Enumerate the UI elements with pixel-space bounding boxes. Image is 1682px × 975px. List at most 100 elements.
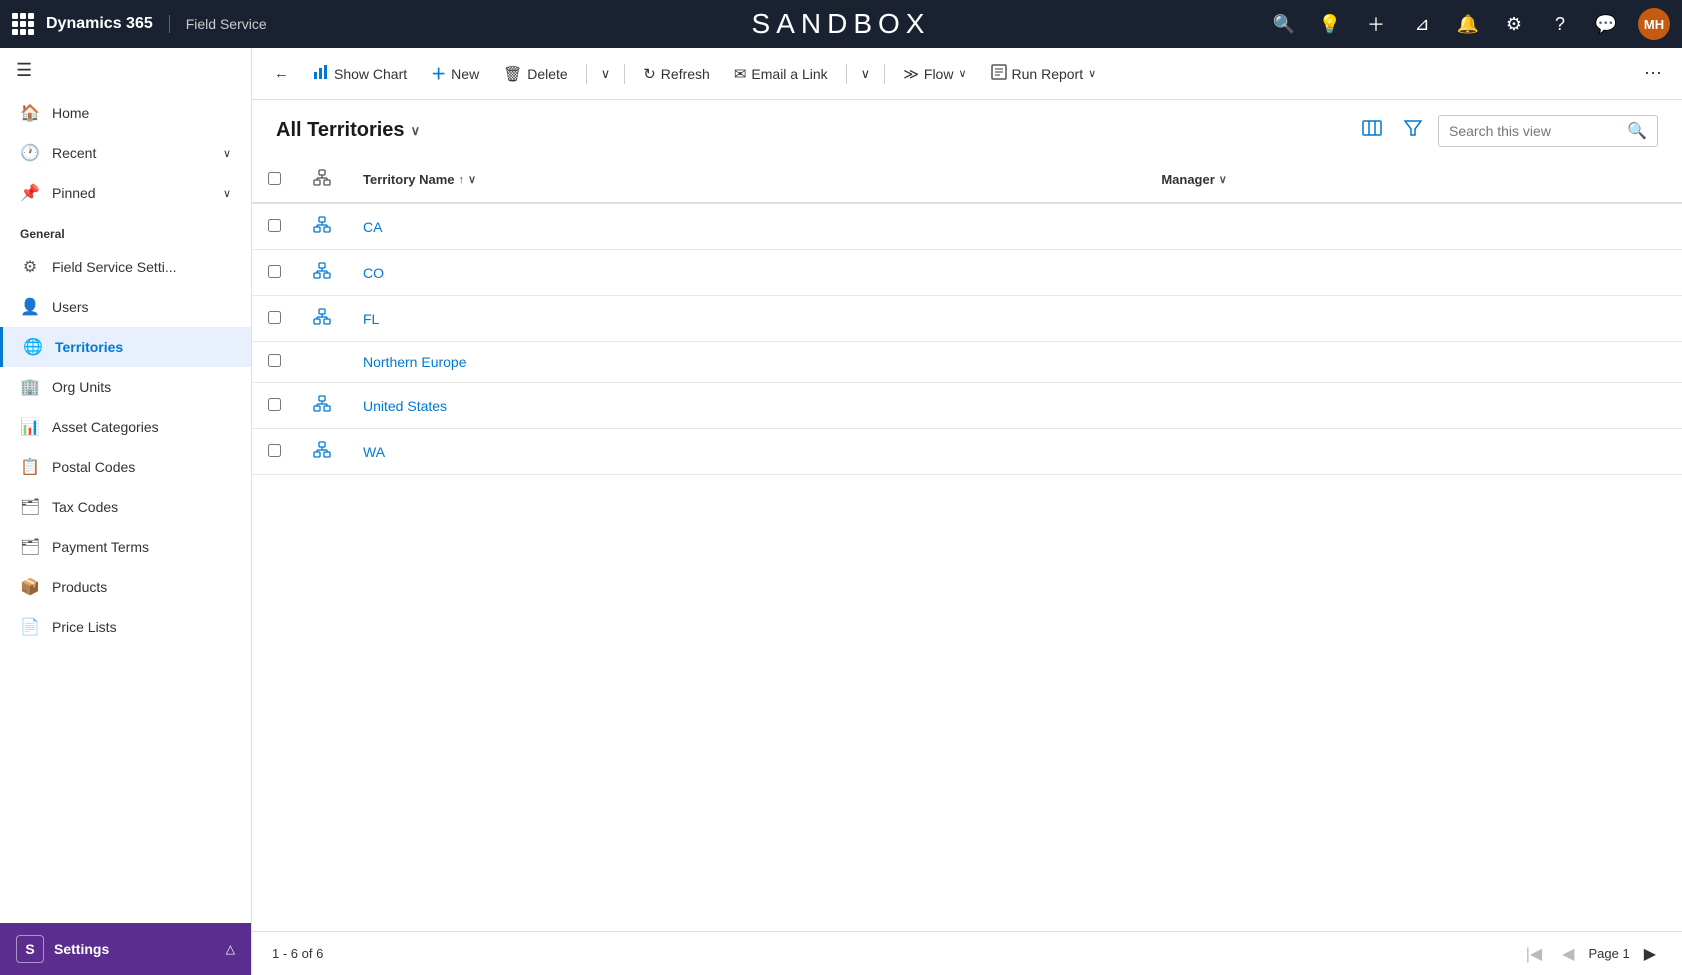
sidebar-item-label-postal-codes: Postal Codes — [52, 459, 135, 475]
sidebar-item-products[interactable]: 📦 Products — [0, 567, 251, 607]
help-icon-btn[interactable]: ? — [1546, 10, 1574, 38]
table-row: WA — [252, 429, 1682, 475]
chat-icon-btn[interactable]: 💬 — [1592, 10, 1620, 38]
checkbox-ne[interactable] — [268, 354, 281, 367]
manager-header[interactable]: Manager ∨ — [1145, 157, 1682, 203]
run-report-button[interactable]: Run Report ∨ — [981, 58, 1107, 90]
flow-button[interactable]: ≫ Flow ∨ — [893, 59, 976, 89]
search-input[interactable] — [1449, 123, 1621, 139]
filter-view-button[interactable] — [1398, 115, 1428, 146]
sidebar-item-payment-terms[interactable]: 🗂 Payment Terms — [0, 527, 251, 567]
sidebar-item-label-products: Products — [52, 579, 107, 595]
back-button[interactable]: ← — [264, 59, 299, 88]
delete-dropdown-button[interactable]: ∨ — [595, 60, 617, 88]
tax-codes-icon: 🗂 — [20, 497, 40, 517]
row-checkbox-fl[interactable] — [252, 296, 297, 342]
territory-link-fl[interactable]: FL — [363, 311, 379, 327]
view-columns-button[interactable] — [1356, 114, 1388, 147]
row-checkbox-ca[interactable] — [252, 203, 297, 250]
sidebar-item-label-org-units: Org Units — [52, 379, 111, 395]
lightbulb-icon-btn[interactable]: 💡 — [1316, 10, 1344, 38]
table-row: CO — [252, 250, 1682, 296]
new-button[interactable]: ＋ New — [421, 57, 489, 90]
filter-icon-btn[interactable]: ⊿ — [1408, 10, 1436, 38]
run-report-label: Run Report — [1012, 66, 1084, 82]
settings-icon-btn[interactable]: ⚙ — [1500, 10, 1528, 38]
sidebar-item-recent[interactable]: 🕐 Recent ∨ — [0, 133, 251, 173]
record-range: 1 - 6 of 6 — [272, 946, 323, 961]
view-title-text: All Territories — [276, 119, 405, 142]
view-header: All Territories ∨ — [252, 100, 1682, 157]
territory-link-wa[interactable]: WA — [363, 444, 385, 460]
checkbox-us[interactable] — [268, 398, 281, 411]
more-options-button[interactable]: ⋯ — [1636, 59, 1670, 88]
checkbox-fl[interactable] — [268, 311, 281, 324]
delete-icon: 🗑 — [503, 65, 522, 83]
checkbox-wa[interactable] — [268, 444, 281, 457]
select-all-checkbox-header[interactable] — [252, 157, 297, 203]
first-page-button[interactable]: |◀ — [1520, 941, 1548, 967]
sidebar-item-label-home: Home — [52, 105, 89, 121]
row-manager-wa — [1145, 429, 1682, 475]
manager-chevron-icon[interactable]: ∨ — [1219, 173, 1227, 186]
email-dropdown-button[interactable]: ∨ — [855, 60, 877, 88]
sidebar-item-home[interactable]: 🏠 Home — [0, 93, 251, 133]
sidebar-item-territories[interactable]: 🌐 Territories — [0, 327, 251, 367]
content-area: ← Show Chart ＋ New 🗑 Delete — [252, 48, 1682, 975]
delete-button[interactable]: 🗑 Delete — [493, 59, 578, 89]
app-name[interactable]: Field Service — [186, 16, 267, 32]
products-icon: 📦 — [20, 577, 40, 597]
row-checkbox-wa[interactable] — [252, 429, 297, 475]
sidebar-item-price-lists[interactable]: 📄 Price Lists — [0, 607, 251, 647]
row-checkbox-ne[interactable] — [252, 342, 297, 383]
refresh-button[interactable]: ↻ Refresh — [633, 59, 720, 89]
row-checkbox-co[interactable] — [252, 250, 297, 296]
show-chart-button[interactable]: Show Chart — [303, 58, 417, 90]
row-checkbox-us[interactable] — [252, 383, 297, 429]
waffle-menu[interactable] — [12, 13, 34, 35]
user-avatar[interactable]: MH — [1638, 8, 1670, 40]
email-link-button[interactable]: ✉ Email a Link — [724, 59, 838, 89]
row-name-wa: WA — [347, 429, 1145, 475]
search-icon-btn[interactable]: 🔍 — [1270, 10, 1298, 38]
row-manager-fl — [1145, 296, 1682, 342]
nav-left: Dynamics 365 Field Service — [12, 13, 267, 35]
sort-chevron-icon[interactable]: ∨ — [468, 173, 476, 186]
sidebar-item-pinned[interactable]: 📌 Pinned ∨ — [0, 173, 251, 213]
territory-link-us[interactable]: United States — [363, 398, 447, 414]
run-report-icon — [991, 64, 1007, 84]
search-icon[interactable]: 🔍 — [1627, 121, 1647, 141]
table-row: FL — [252, 296, 1682, 342]
manager-label: Manager — [1161, 172, 1214, 187]
prev-page-button[interactable]: ◀ — [1556, 941, 1580, 967]
next-page-button[interactable]: ▶ — [1638, 941, 1662, 967]
sidebar-item-tax-codes[interactable]: 🗂 Tax Codes — [0, 487, 251, 527]
refresh-icon: ↻ — [643, 65, 656, 83]
checkbox-co[interactable] — [268, 265, 281, 278]
territories-icon: 🌐 — [23, 337, 43, 357]
command-divider-1 — [586, 64, 587, 84]
territory-link-co[interactable]: CO — [363, 265, 384, 281]
sidebar-item-field-service-settings[interactable]: ⚙ Field Service Setti... — [0, 247, 251, 287]
plus-icon-btn[interactable]: ＋ — [1362, 10, 1390, 38]
territory-link-ne[interactable]: Northern Europe — [363, 354, 467, 370]
row-name-fl: FL — [347, 296, 1145, 342]
row-manager-co — [1145, 250, 1682, 296]
sidebar-item-users[interactable]: 👤 Users — [0, 287, 251, 327]
checkbox-ca[interactable] — [268, 219, 281, 232]
view-title[interactable]: All Territories ∨ — [276, 119, 420, 142]
row-name-co: CO — [347, 250, 1145, 296]
sidebar-item-postal-codes[interactable]: 📋 Postal Codes — [0, 447, 251, 487]
sidebar-toggle[interactable]: ☰ — [0, 48, 251, 93]
asset-categories-icon: 📊 — [20, 417, 40, 437]
bell-icon-btn[interactable]: 🔔 — [1454, 10, 1482, 38]
hamburger-icon[interactable]: ☰ — [16, 60, 32, 81]
sidebar-footer-settings[interactable]: S Settings △ — [0, 923, 251, 975]
brand-name[interactable]: Dynamics 365 — [46, 15, 170, 33]
select-all-checkbox[interactable] — [268, 172, 281, 185]
territory-link-ca[interactable]: CA — [363, 219, 382, 235]
territory-name-header[interactable]: Territory Name ↑ ∨ — [347, 157, 1145, 203]
sidebar-item-org-units[interactable]: 🏢 Org Units — [0, 367, 251, 407]
sidebar-item-asset-categories[interactable]: 📊 Asset Categories — [0, 407, 251, 447]
sidebar-item-label-territories: Territories — [55, 339, 123, 355]
